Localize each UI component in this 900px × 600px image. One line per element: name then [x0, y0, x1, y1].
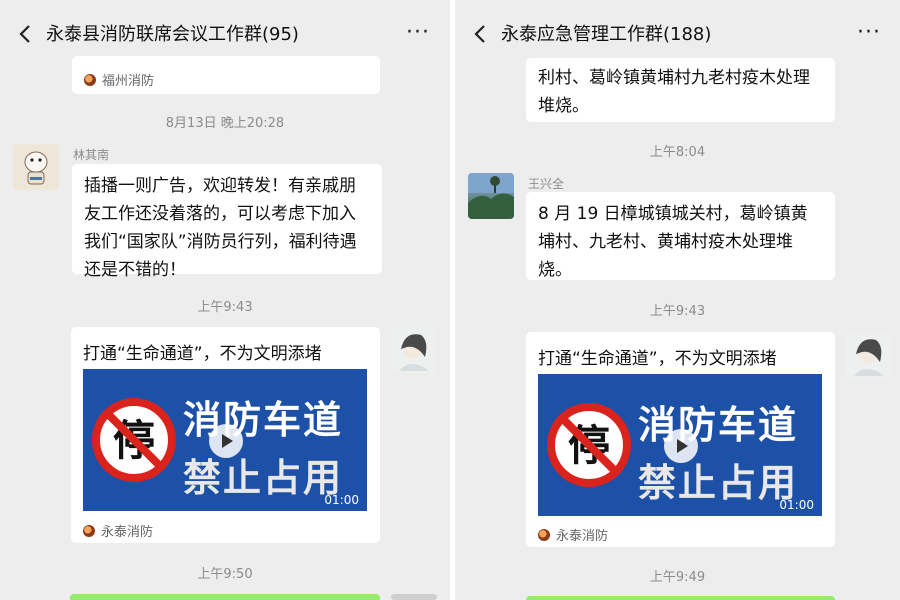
- fire-dept-logo-icon: [538, 528, 550, 541]
- message-bubble[interactable]: 8 月 19 日樟城镇城关村，葛岭镇黄埔村、九老村、黄埔村疫木处理堆烧。: [526, 192, 835, 280]
- avatar[interactable]: [13, 144, 59, 190]
- back-arrow-icon[interactable]: [469, 22, 493, 46]
- timestamp: 上午9:50: [197, 567, 253, 582]
- cat-avatar-icon: [24, 151, 48, 185]
- more-options-icon[interactable]: ···: [406, 20, 430, 45]
- play-icon[interactable]: [209, 424, 243, 458]
- timestamp: 上午8:04: [649, 145, 706, 160]
- video-text-line1: 消防车道: [183, 398, 344, 442]
- fire-dept-logo-icon: [84, 73, 96, 86]
- avatar[interactable]: [391, 594, 437, 600]
- landscape-avatar-icon: [468, 173, 514, 219]
- sent-message-bubble-partial[interactable]: [526, 596, 835, 600]
- avatar[interactable]: [468, 173, 514, 219]
- chat-panel-right: 永泰应急管理工作群(188) ··· 利村、葛岭镇黄埔村九老村疫木处理堆烧。 上…: [455, 0, 900, 600]
- video-card[interactable]: 打通“生命通道”，不为文明添堵 停 消防车道 禁止占用 01:00 永泰消防: [526, 332, 835, 547]
- video-card[interactable]: 打通“生命通道”，不为文明添堵 停 消防车道 禁止占用 01:00 永泰消防: [71, 327, 380, 543]
- timestamp: 上午9:49: [649, 570, 706, 585]
- chat-panel-left: 永泰县消防联席会议工作群(95) ··· 福州消防 8月13日 晚上20:28 …: [0, 0, 450, 600]
- no-parking-sign-icon: 停: [547, 403, 631, 487]
- card-source: 永泰消防: [538, 525, 608, 544]
- more-options-icon[interactable]: ···: [857, 20, 881, 45]
- video-text-line2: 禁止占用: [183, 456, 344, 500]
- sender-name: 王兴全: [528, 177, 565, 191]
- video-card-title: 打通“生命通道”，不为文明添堵: [538, 349, 777, 369]
- card-source: 福州消防: [84, 70, 154, 89]
- fire-dept-logo-icon: [83, 524, 95, 537]
- sent-message-bubble-partial[interactable]: [70, 594, 380, 600]
- video-text-line1: 消防车道: [638, 403, 799, 447]
- video-duration: 01:00: [779, 498, 814, 512]
- timestamp: 上午9:43: [649, 304, 706, 319]
- girl-avatar-icon: [399, 334, 429, 371]
- no-parking-sign-icon: 停: [92, 398, 176, 482]
- chat-title: 永泰应急管理工作群(188): [501, 24, 712, 45]
- message-bubble[interactable]: 利村、葛岭镇黄埔村九老村疫木处理堆烧。: [526, 58, 835, 122]
- video-duration: 01:00: [324, 493, 359, 507]
- play-icon[interactable]: [664, 429, 698, 463]
- timestamp: 8月13日 晚上20:28: [165, 116, 285, 131]
- card-source-label: 福州消防: [102, 74, 155, 89]
- video-thumbnail[interactable]: 停 消防车道 禁止占用 01:00: [538, 374, 822, 516]
- timestamp: 上午9:43: [197, 300, 253, 315]
- card-source-label: 永泰消防: [101, 525, 154, 540]
- card-source: 永泰消防: [83, 521, 153, 540]
- sender-name: 林其南: [73, 148, 110, 162]
- message-bubble[interactable]: 插播一则广告，欢迎转发！有亲戚朋友工作还没着落的，可以考虑下加入我们“国家队”消…: [72, 164, 382, 280]
- video-card-title: 打通“生命通道”，不为文明添堵: [83, 344, 322, 364]
- card-source-label: 永泰消防: [556, 529, 609, 544]
- avatar[interactable]: [391, 327, 437, 373]
- chat-title: 永泰县消防联席会议工作群(95): [46, 24, 299, 45]
- video-thumbnail[interactable]: 停 消防车道 禁止占用 01:00: [83, 369, 367, 511]
- message-card-partial[interactable]: 福州消防: [72, 56, 380, 94]
- girl-avatar-icon: [854, 339, 884, 376]
- video-text-line2: 禁止占用: [638, 461, 799, 505]
- avatar[interactable]: [846, 332, 892, 378]
- back-arrow-icon[interactable]: [14, 22, 38, 46]
